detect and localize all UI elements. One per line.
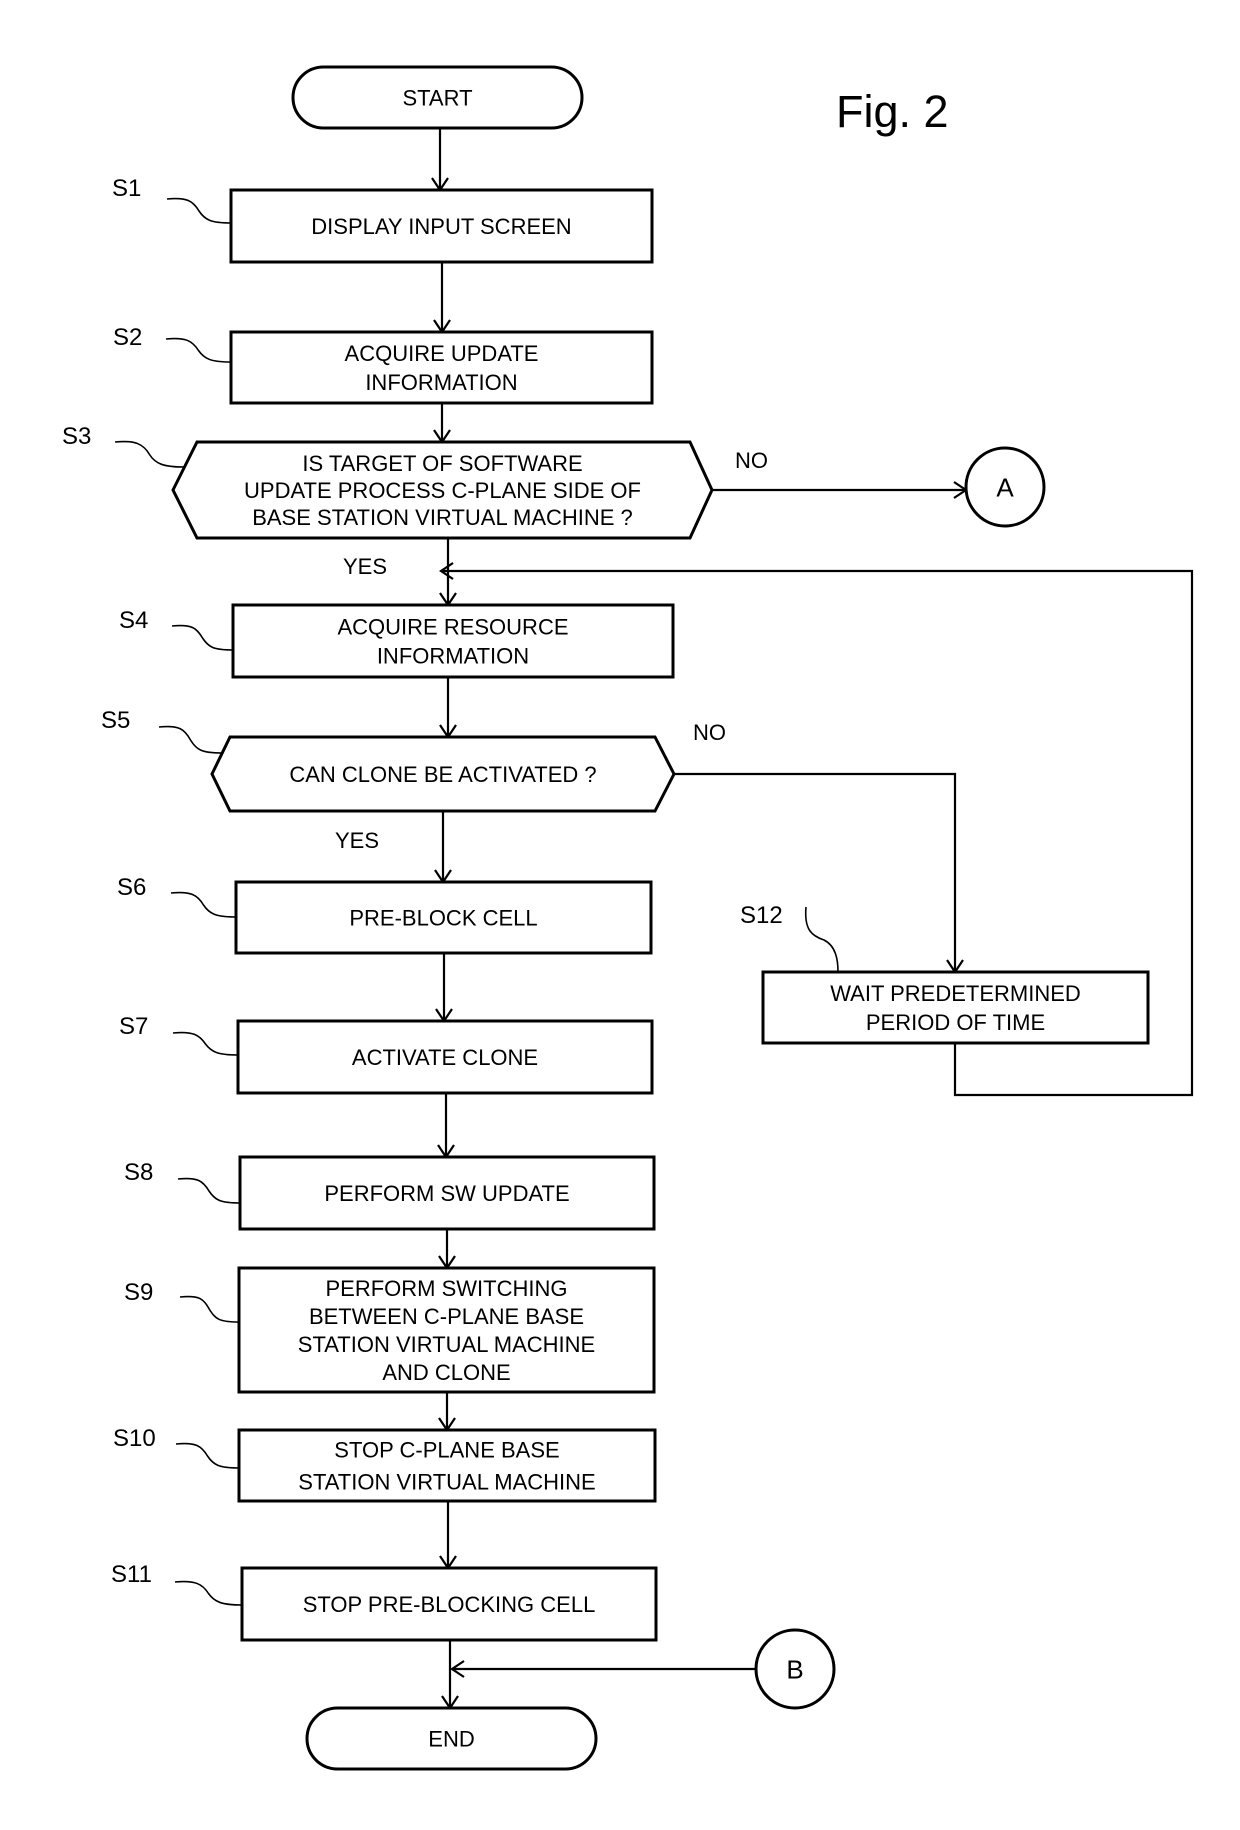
leader-line-s6 (170, 891, 237, 918)
step-label-s9: S9 (124, 1279, 153, 1306)
s9-text-line: STATION VIRTUAL MACHINE (298, 1332, 595, 1357)
nodes-layer: START DISPLAY INPUT SCREEN ACQUIRE UPDATE I… (171, 65, 1150, 1771)
edge-s3-to-conA: NO (712, 448, 968, 499)
edge-s2-to-s3 (433, 403, 451, 444)
step-label-s1: S1 (112, 175, 141, 202)
step-label-s7: S7 (119, 1013, 148, 1040)
conA-text-line: A (996, 472, 1014, 502)
node-s9: PERFORM SWITCHING BETWEEN C-PLANE BASE STA… (237, 1266, 656, 1394)
leader-line-s5 (158, 725, 223, 754)
step-label-s5: S5 (101, 707, 130, 734)
leader-line-s12 (804, 906, 839, 973)
s10-text-line: STOP C-PLANE BASE (334, 1437, 559, 1462)
s3-text-line: BASE STATION VIRTUAL MACHINE ? (252, 505, 633, 530)
leader-line-s9 (179, 1295, 240, 1323)
edge-s5-to-s12: NO (674, 720, 964, 974)
step-label-s6: S6 (117, 874, 146, 901)
s3-text-line: UPDATE PROCESS C-PLANE SIDE OF (244, 478, 641, 503)
node-s4: ACQUIRE RESOURCE INFORMATION (231, 603, 675, 679)
branch-label-yes: YES (343, 554, 387, 579)
s12-text-line: PERIOD OF TIME (866, 1010, 1045, 1035)
leader-line-s11 (174, 1580, 243, 1606)
s6-text-line: PRE-BLOCK CELL (349, 905, 537, 930)
edge-s8-to-s9 (438, 1229, 456, 1270)
node-s12: WAIT PREDETERMINED PERIOD OF TIME (761, 970, 1150, 1045)
edge-s9-to-s10 (438, 1392, 456, 1432)
node-s8: PERFORM SW UPDATE (238, 1155, 656, 1231)
node-conA: A (964, 446, 1046, 528)
end-text-line: END (428, 1726, 474, 1751)
branch-label-yes: YES (335, 828, 379, 853)
node-s3: IS TARGET OF SOFTWAREUPDATE PROCESS C-PL… (171, 440, 714, 540)
step-label-s4: S4 (119, 607, 148, 634)
node-s1: DISPLAY INPUT SCREEN (229, 188, 654, 264)
figure-title: Fig. 2 (836, 86, 949, 137)
node-s11: STOP PRE-BLOCKING CELL (240, 1566, 658, 1642)
edge-conB-to-end (450, 1660, 756, 1678)
s9-text-line: BETWEEN C-PLANE BASE (309, 1304, 584, 1329)
edge-start-to-s1 (431, 128, 449, 192)
edge-s3-to-s4: YES (343, 538, 457, 607)
node-s7: ACTIVATE CLONE (236, 1019, 654, 1095)
s11-text-line: STOP PRE-BLOCKING CELL (303, 1592, 596, 1617)
edge-s11-to-end (441, 1640, 459, 1710)
leader-line-s1 (166, 197, 232, 224)
edge-s6-to-s7 (435, 953, 453, 1023)
node-start: START (291, 65, 584, 130)
leader-line-s10 (175, 1442, 240, 1469)
start-text-line: START (402, 85, 472, 110)
s4-text-line: ACQUIRE RESOURCE (337, 614, 568, 639)
edge-s5-to-s6: YES (335, 811, 452, 884)
node-s6: PRE-BLOCK CELL (234, 880, 653, 955)
edge-s7-to-s8 (437, 1093, 455, 1159)
branch-label-no: NO (735, 448, 768, 473)
s2-text-line: INFORMATION (365, 370, 517, 395)
step-label-s10: S10 (113, 1425, 156, 1452)
s9-text-line: PERFORM SWITCHING (326, 1276, 568, 1301)
node-s2: ACQUIRE UPDATE INFORMATION (229, 330, 654, 405)
branch-label-no: NO (693, 720, 726, 745)
leader-line-s2 (165, 337, 232, 363)
node-conB: B (754, 1628, 836, 1710)
conB-text-line: B (786, 1654, 803, 1684)
edge-s4-to-s5 (439, 677, 457, 739)
s12-text-line: WAIT PREDETERMINED (830, 981, 1081, 1006)
flowchart-figure: Fig. 2 YES NO YES NO START DISPLAY INPUT SCR… (62, 65, 1194, 1771)
step-label-s3: S3 (62, 423, 91, 450)
s8-text-line: PERFORM SW UPDATE (324, 1181, 569, 1206)
edge-s1-to-s2 (433, 262, 451, 334)
node-end: END (305, 1706, 598, 1771)
s7-text-line: ACTIVATE CLONE (352, 1045, 538, 1070)
edge-s10-to-s11 (439, 1501, 457, 1570)
s5-text-line: CAN CLONE BE ACTIVATED ? (289, 762, 596, 787)
leader-line-s4 (171, 624, 234, 651)
step-label-s11: S11 (111, 1561, 152, 1588)
leader-line-s7 (172, 1031, 239, 1056)
s9-text-line: AND CLONE (382, 1360, 510, 1385)
s4-text-line: INFORMATION (377, 643, 529, 668)
s1-text-line: DISPLAY INPUT SCREEN (311, 214, 571, 239)
s3-text-line: IS TARGET OF SOFTWARE (302, 451, 582, 476)
connector-line (674, 772, 957, 972)
leader-line-s8 (177, 1177, 241, 1204)
s10-text-line: STATION VIRTUAL MACHINE (298, 1469, 595, 1494)
step-label-s12: S12 (740, 902, 783, 929)
leader-line-s3 (114, 440, 185, 468)
step-label-s2: S2 (113, 324, 142, 351)
step-label-s8: S8 (124, 1159, 153, 1186)
s2-text-line: ACQUIRE UPDATE (345, 341, 539, 366)
node-s10: STOP C-PLANE BASE STATION VIRTUAL MACHINE (237, 1428, 657, 1503)
node-s5: CAN CLONE BE ACTIVATED ? (210, 735, 676, 813)
